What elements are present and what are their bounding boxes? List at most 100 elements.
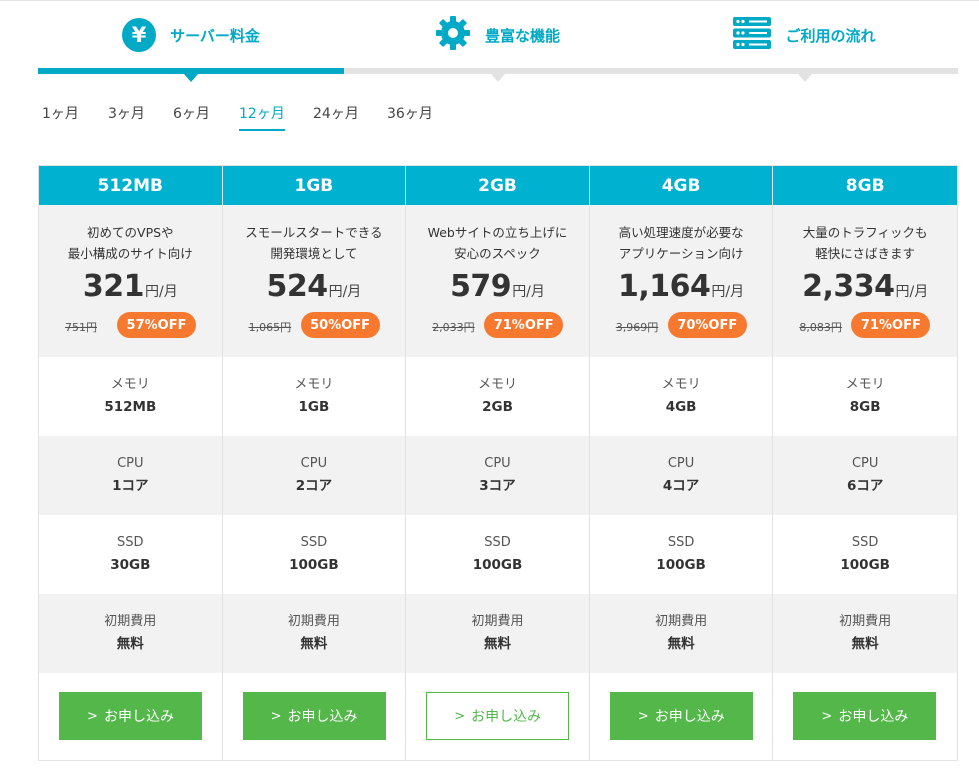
plan-description: 安心のスペック <box>454 246 541 261</box>
spec-initial-fee: 初期費用 無料 <box>589 594 773 673</box>
gear-icon <box>435 15 471 55</box>
original-price: 2,033円 <box>432 321 475 334</box>
period-24-months[interactable]: 24ヶ月 <box>313 103 359 129</box>
plan-price: 1,164 <box>618 269 711 304</box>
spec-value: 4GB <box>665 399 697 415</box>
plan-price-block: 大量のトラフィックも 軽快にさばきます 2,334 円/月 8,083円 71%O… <box>773 205 957 357</box>
spec-label: CPU <box>667 456 695 471</box>
spec-cpu: CPU 2コア <box>222 436 406 515</box>
section-tabs: ¥ サーバー料金 豊富な機能 ご利用の流れ <box>38 2 958 82</box>
spec-value: 2コア <box>295 478 333 494</box>
spec-memory: メモリ 8GB <box>773 357 957 436</box>
spec-ssd: SSD 100GB <box>223 515 406 594</box>
discount-badge: 70%OFF <box>667 312 747 338</box>
spec-memory: メモリ 2GB <box>406 357 589 436</box>
plan-price: 579 <box>450 269 512 304</box>
plan-price-block: スモールスタートできる 開発環境として 524 円/月 1,065円 50%OFF <box>222 205 406 357</box>
spec-label: 初期費用 <box>471 614 524 629</box>
price-unit: 円/月 <box>512 284 545 300</box>
spec-label: SSD <box>851 535 879 550</box>
spec-value: 512MB <box>104 399 157 415</box>
spec-label: CPU <box>851 456 879 471</box>
apply-button[interactable]: > お申し込み <box>59 692 202 740</box>
apply-button-label: お申し込み <box>471 709 542 725</box>
price-line: 2,334 円/月 <box>773 269 957 304</box>
spec-value: 6コア <box>846 478 884 494</box>
tab-server-pricing[interactable]: ¥ サーバー料金 <box>38 2 344 68</box>
period-1-month[interactable]: 1ヶ月 <box>42 103 79 129</box>
period-3-months[interactable]: 3ヶ月 <box>108 103 145 129</box>
spec-cpu: CPU 1コア <box>39 436 222 515</box>
plan-column-8gb: 8GB 大量のトラフィックも 軽快にさばきます 2,334 円/月 8,083円 … <box>773 166 957 760</box>
tab-label: 豊富な機能 <box>484 26 560 45</box>
spec-value: 100GB <box>656 557 706 573</box>
plan-column-4gb: 4GB 高い処理速度が必要な アプリケーション向け 1,164 円/月 3,969… <box>589 166 774 761</box>
spec-label: SSD <box>484 535 511 550</box>
spec-label: SSD <box>300 535 328 550</box>
spec-cpu: CPU 6コア <box>773 436 957 515</box>
plan-description: Webサイトの立ち上げに <box>427 225 568 240</box>
price-unit: 円/月 <box>145 284 178 300</box>
spec-label: メモリ <box>294 377 334 392</box>
apply-button[interactable]: > お申し込み <box>242 692 386 740</box>
spec-label: CPU <box>300 456 328 471</box>
price-line: 321 円/月 <box>39 269 222 304</box>
chevron-right-icon: > <box>821 708 833 724</box>
price-line: 579 円/月 <box>406 269 589 304</box>
spec-value: 100GB <box>472 557 523 573</box>
apply-button[interactable]: > お申し込み <box>609 692 753 740</box>
period-12-months[interactable]: 12ヶ月 <box>239 103 285 131</box>
tab-features[interactable]: 豊富な機能 <box>344 2 651 68</box>
discount-badge: 57%OFF <box>117 312 196 338</box>
spec-ssd: SSD 100GB <box>406 515 589 594</box>
spec-ssd: SSD 100GB <box>773 515 957 594</box>
spec-cpu: CPU 3コア <box>406 436 589 515</box>
discount-badge: 71%OFF <box>851 312 931 338</box>
plan-price-block: 高い処理速度が必要な アプリケーション向け 1,164 円/月 3,969円 70… <box>589 205 773 357</box>
spec-initial-fee: 初期費用 無料 <box>222 594 406 673</box>
plan-price-block: Webサイトの立ち上げに 安心のスペック 579 円/月 2,033円 71%OF… <box>406 205 589 357</box>
chevron-right-icon: > <box>87 708 98 724</box>
plan-column-1gb: 1GB スモールスタートできる 開発環境として 524 円/月 1,065円 50… <box>222 166 407 761</box>
discount-line: 8,083円 71%OFF <box>773 312 957 340</box>
spec-label: メモリ <box>110 377 150 392</box>
spec-value: 無料 <box>300 636 328 652</box>
plan-column-2gb: 2GB Webサイトの立ち上げに 安心のスペック 579 円/月 2,033円 7… <box>406 166 590 760</box>
plan-price-block: 初めてのVPSや 最小構成のサイト向け 321 円/月 751円 57%OFF <box>39 205 222 357</box>
button-area: > お申し込み <box>406 671 589 761</box>
spec-initial-fee: 初期費用 無料 <box>39 594 222 673</box>
chevron-right-icon: > <box>454 708 466 724</box>
spec-label: メモリ <box>845 377 885 392</box>
spec-initial-fee: 初期費用 無料 <box>406 594 589 673</box>
apply-button[interactable]: > お申し込み <box>426 692 570 740</box>
spec-value: 4コア <box>662 478 700 494</box>
plan-price: 321 <box>82 269 145 304</box>
period-6-months[interactable]: 6ヶ月 <box>173 103 210 129</box>
plan-description: 軽快にさばきます <box>815 246 916 261</box>
button-area: > お申し込み <box>590 671 773 761</box>
plan-description: 高い処理速度が必要な <box>618 225 744 240</box>
spec-memory: メモリ 1GB <box>223 357 406 436</box>
discount-line: 751円 57%OFF <box>39 312 222 340</box>
price-unit: 円/月 <box>711 284 745 300</box>
plan-name: 4GB <box>589 166 773 205</box>
spec-value: 1コア <box>112 478 149 494</box>
tab-usage-flow[interactable]: ご利用の流れ <box>651 2 958 68</box>
spec-value: 3コア <box>479 478 516 494</box>
spec-value: 無料 <box>667 636 695 652</box>
spec-value: 2GB <box>482 399 513 415</box>
pricing-table: 512MB 初めてのVPSや 最小構成のサイト向け 321 円/月 751円 57… <box>38 165 958 761</box>
button-area: > お申し込み <box>223 671 406 761</box>
period-36-months[interactable]: 36ヶ月 <box>387 103 433 129</box>
tab-pointer <box>798 74 812 82</box>
tab-pointer-active <box>184 74 198 82</box>
spec-cpu: CPU 4コア <box>589 436 773 515</box>
plan-price: 2,334 <box>802 269 895 304</box>
plan-name: 1GB <box>222 166 406 205</box>
spec-label: メモリ <box>477 377 517 392</box>
apply-button[interactable]: > お申し込み <box>793 692 937 740</box>
original-price: 3,969円 <box>615 321 659 334</box>
price-unit: 円/月 <box>895 284 929 300</box>
apply-button-label: お申し込み <box>654 709 725 725</box>
spec-value: 無料 <box>851 636 879 652</box>
